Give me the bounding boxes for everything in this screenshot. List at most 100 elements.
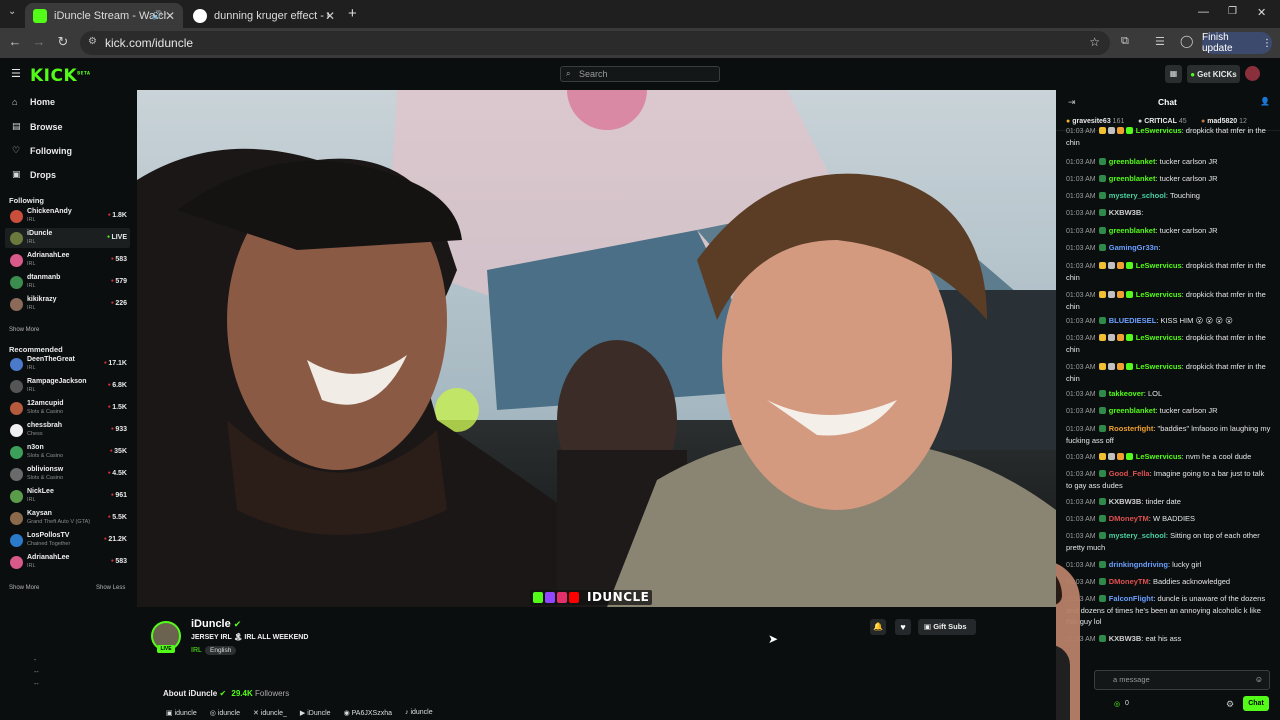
close-tab-icon[interactable]: ✕ — [165, 9, 175, 23]
back-icon[interactable]: ← — [6, 34, 24, 49]
message-username[interactable]: greenblanket — [1109, 406, 1156, 415]
language-tag[interactable]: English — [205, 646, 237, 655]
tab-search-icon[interactable]: ⌄ — [8, 6, 16, 17]
channel-list-item[interactable]: kikikrazy IRL 226 — [5, 294, 130, 314]
message-username[interactable]: GamingGr33n — [1109, 243, 1159, 252]
chat-input[interactable]: a message ☺ — [1094, 670, 1270, 690]
channel-avatar — [10, 298, 23, 311]
bookmark-star-icon[interactable]: ☆ — [1089, 35, 1100, 49]
site-info-icon[interactable]: ⚙ — [88, 36, 97, 47]
close-tab-icon[interactable]: ✕ — [325, 9, 335, 23]
close-window-icon[interactable]: ✕ — [1257, 6, 1266, 19]
collapse-chat-icon[interactable]: ⇥ — [1068, 97, 1076, 108]
reload-icon[interactable]: ↻ — [54, 34, 72, 50]
chat-send-button[interactable]: Chat — [1243, 696, 1269, 711]
emoji-icon[interactable]: ☺ — [1255, 671, 1263, 689]
user-avatar[interactable] — [1245, 66, 1260, 81]
nav-home[interactable]: ⌂ Home — [12, 97, 55, 107]
tab-iduncle[interactable]: iDuncle Stream - Watch Live 🔊 ✕ — [25, 3, 183, 28]
stream-title: JERSEY IRL 🏝 IRL ALL WEEKEND — [191, 634, 309, 641]
forward-icon[interactable]: → — [30, 34, 48, 49]
message-username[interactable]: mystery_school — [1109, 531, 1166, 540]
show-more-recommended-button[interactable]: Show More — [9, 585, 39, 591]
message-username[interactable]: LeSwervicus — [1136, 126, 1182, 135]
channel-list-item[interactable]: NickLee IRL 961 — [5, 486, 130, 506]
channel-list-item[interactable]: n3on Slots & Casino 35K — [5, 442, 130, 462]
nav-drops[interactable]: ▣ Drops — [12, 169, 56, 180]
channel-list-item[interactable]: AdrianahLee IRL 583 — [5, 552, 130, 572]
gift-subs-button[interactable]: ▣ Gift Subs — [918, 619, 976, 635]
message-username[interactable]: DMoneyTM — [1109, 577, 1149, 586]
message-username[interactable]: FalconFlight — [1109, 594, 1154, 603]
dashboard-icon[interactable]: ▦ — [1165, 65, 1182, 83]
channel-list-item[interactable]: chessbrah Chess 933 — [5, 420, 130, 440]
chat-users-icon[interactable]: 👤 — [1260, 97, 1270, 106]
channel-list-item[interactable]: iDuncle IRL LIVE — [5, 228, 130, 248]
channel-list-item[interactable]: Kaysan Grand Theft Auto V (GTA) 5.5K — [5, 508, 130, 528]
social-link-x[interactable]: ✕ iduncle_ — [253, 709, 287, 717]
finish-update-button[interactable]: Finish update ⋮ — [1202, 32, 1272, 54]
get-kicks-button[interactable]: ● Get KICKs — [1187, 65, 1240, 83]
channel-list-item[interactable]: DeenTheGreat IRL 17.1K — [5, 354, 130, 374]
menu-icon[interactable]: ☰ — [11, 67, 21, 80]
message-username[interactable]: BLUEDIESEL — [1109, 316, 1157, 325]
extensions-icon[interactable]: ⧉ — [1121, 35, 1129, 48]
kick-logo[interactable]: KICKBETA — [30, 66, 90, 86]
tab-google[interactable]: dunning kruger effect - Google ✕ — [185, 3, 343, 28]
channel-list-item[interactable]: RampageJackson IRL 6.8K — [5, 376, 130, 396]
message-username[interactable]: greenblanket — [1109, 157, 1156, 166]
social-link-youtube[interactable]: ▶ iDuncle — [300, 709, 331, 717]
nav-browse[interactable]: ▤ Browse — [12, 121, 63, 132]
channel-avatar — [10, 276, 23, 289]
social-link-instagram[interactable]: ◎ iduncle — [210, 709, 240, 717]
channel-list-item[interactable]: 12amcupid Slots & Casino 1.5K — [5, 398, 130, 418]
restore-icon[interactable]: ❐ — [1228, 6, 1237, 17]
channel-list-item[interactable]: oblivionsw Slots & Casino 4.5K — [5, 464, 130, 484]
message-username[interactable]: LeSwervicus — [1136, 362, 1182, 371]
message-time: 01:03 AM — [1066, 210, 1096, 217]
new-tab-icon[interactable]: + — [348, 5, 357, 22]
search-input[interactable]: ⌕ Search — [560, 66, 720, 82]
message-username[interactable]: Good_Fella — [1109, 469, 1150, 478]
message-username[interactable]: LeSwervicus — [1136, 261, 1182, 270]
gifter-item[interactable]: ● CRITICAL 45 — [1138, 118, 1187, 125]
message-username[interactable]: mystery_school — [1109, 191, 1166, 200]
message-username[interactable]: KXBW3B — [1109, 497, 1142, 506]
social-link-kick[interactable]: ▣ iduncle — [166, 709, 197, 717]
message-username[interactable]: Roosterfight — [1109, 424, 1154, 433]
message-username[interactable]: KXBW3B — [1109, 208, 1142, 217]
social-label: iduncle_ — [260, 710, 287, 717]
omnibox[interactable]: ⚙ kick.com/iduncle ☆ — [80, 31, 1110, 55]
video-player[interactable]: IDUNCLE — [137, 90, 1056, 607]
reading-list-icon[interactable]: ☰ — [1155, 35, 1165, 48]
stream-category[interactable]: IRL — [191, 647, 202, 654]
message-username[interactable]: LeSwervicus — [1136, 452, 1182, 461]
message-username[interactable]: LeSwervicus — [1136, 290, 1182, 299]
channel-list-item[interactable]: AdrianahLee IRL 583 — [5, 250, 130, 270]
message-username[interactable]: DMoneyTM — [1109, 514, 1149, 523]
channel-list-item[interactable]: ChickenAndy IRL 1.8K — [5, 206, 130, 226]
profile-icon[interactable]: ◯ — [1180, 34, 1193, 48]
social-link-tiktok[interactable]: ♪ iduncle — [405, 709, 433, 717]
channel-list-item[interactable]: LosPollosTV Chained Together 21.2K — [5, 530, 130, 550]
notification-bell-icon[interactable]: 🔔 — [870, 619, 886, 635]
gifter-item[interactable]: ● mad5820 12 — [1201, 118, 1247, 125]
follow-heart-icon[interactable]: ♥ — [895, 619, 911, 635]
channel-list-item[interactable]: dtanmanb IRL 579 — [5, 272, 130, 292]
message-username[interactable]: greenblanket — [1109, 226, 1156, 235]
chat-settings-icon[interactable]: ⚙ — [1226, 699, 1234, 710]
message-username[interactable]: takkeover — [1109, 389, 1144, 398]
show-less-button[interactable]: Show Less — [96, 585, 125, 591]
gifter-item[interactable]: ● gravesite63 161 — [1066, 118, 1124, 125]
audio-icon[interactable]: 🔊 — [152, 10, 163, 21]
minimize-icon[interactable]: — — [1198, 6, 1209, 18]
message-username[interactable]: LeSwervicus — [1136, 333, 1182, 342]
message-username[interactable]: drinkingndriving — [1109, 560, 1168, 569]
channel-name[interactable]: iDuncle ✔ — [191, 618, 241, 630]
message-username[interactable]: greenblanket — [1109, 174, 1156, 183]
url-text[interactable]: kick.com/iduncle — [105, 36, 193, 50]
show-more-following-button[interactable]: Show More — [9, 327, 39, 333]
nav-following[interactable]: ♡ Following — [12, 145, 72, 156]
social-link-discord[interactable]: ◉ PA6JXSzxha — [344, 709, 392, 717]
message-username[interactable]: KXBW3B — [1109, 634, 1142, 643]
